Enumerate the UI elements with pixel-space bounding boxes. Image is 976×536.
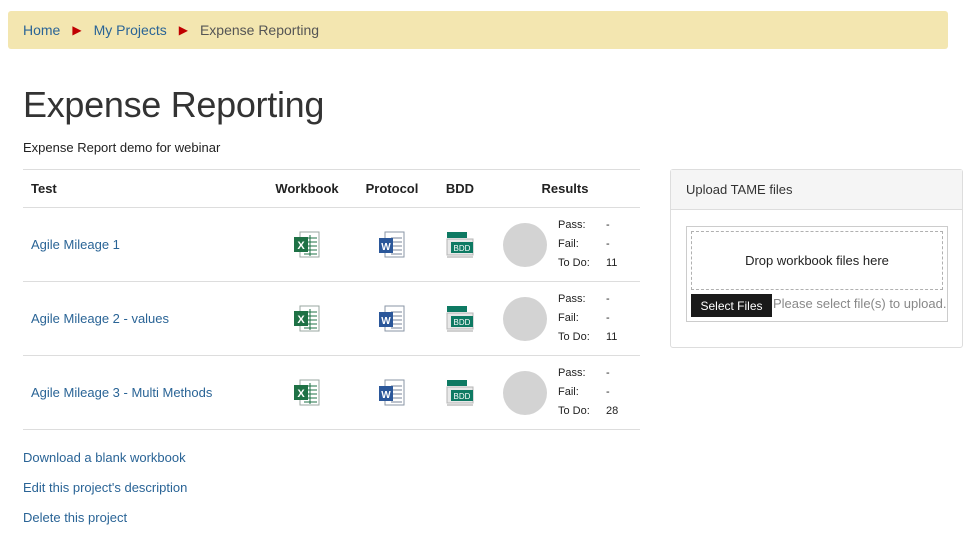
edit-description-link[interactable]: Edit this project's description [23,480,187,510]
bdd-cell: BDD [430,207,490,282]
word-letter: W [381,242,391,253]
workbook-cell: X [260,207,354,282]
bdd-label: BDD [454,392,471,401]
fail-label: Fail: [558,386,579,398]
test-link[interactable]: Agile Mileage 2 - values [31,311,169,326]
excel-icon[interactable]: X [292,304,322,334]
result-status-circle [503,222,547,267]
breadcrumb-home-link[interactable]: Home [23,22,60,38]
test-name-cell: Agile Mileage 1 [23,207,260,282]
excel-letter: X [297,314,305,326]
todo-value: 28 [606,405,619,417]
upload-panel-title: Upload TAME files [671,170,962,210]
fail-label: Fail: [558,238,579,250]
bdd-icon[interactable]: BDD [445,378,475,408]
test-link[interactable]: Agile Mileage 1 [31,237,120,252]
drop-zone[interactable]: Drop workbook files here [691,231,943,290]
results-cell: Pass: - Fail: - To Do: 11 [490,207,640,282]
test-link[interactable]: Agile Mileage 3 - Multi Methods [31,385,212,400]
project-actions: Download a blank workbook Edit this proj… [23,450,187,536]
results-cell: Pass: - Fail: - To Do: 11 [490,281,640,356]
todo-value: 11 [606,331,618,343]
workbook-cell: X [260,355,354,430]
header-bdd: BDD [430,169,490,208]
pass-value: - [606,367,610,379]
fail-value: - [606,312,610,324]
fail-value: - [606,238,610,250]
result-status-circle [503,370,547,415]
word-icon[interactable]: W [377,304,407,334]
excel-icon[interactable]: X [292,230,322,260]
breadcrumb-projects-link[interactable]: My Projects [94,22,167,38]
table-row: Agile Mileage 2 - values X W BDD Pass: - Fail:… [23,281,640,356]
todo-label: To Do: [558,257,590,269]
workbook-cell: X [260,281,354,356]
excel-letter: X [297,240,305,252]
header-workbook: Workbook [260,169,354,208]
bdd-icon[interactable]: BDD [445,304,475,334]
table-row: Agile Mileage 1 X W BDD Pass: - Fail: - To Do: 11 [23,207,640,282]
delete-project-link[interactable]: Delete this project [23,510,187,536]
download-blank-workbook-link[interactable]: Download a blank workbook [23,450,187,480]
select-files-button[interactable]: Select Files [691,294,772,317]
fail-value: - [606,386,610,398]
pass-label: Pass: [558,367,586,379]
word-icon[interactable]: W [377,378,407,408]
pass-value: - [606,219,610,231]
upload-hint: Please select file(s) to upload. [773,296,947,311]
word-icon[interactable]: W [377,230,407,260]
breadcrumb: Home ▶ My Projects ▶ Expense Reporting [8,11,948,49]
breadcrumb-current: Expense Reporting [199,22,320,38]
header-protocol: Protocol [354,169,430,208]
bdd-label: BDD [454,318,471,327]
bdd-icon[interactable]: BDD [445,230,475,260]
result-status-circle [503,296,547,341]
page-description: Expense Report demo for webinar [23,140,221,155]
protocol-cell: W [354,355,430,430]
header-results: Results [490,169,640,208]
results-cell: Pass: - Fail: - To Do: 28 [490,355,640,430]
breadcrumb-separator-icon: ▶ [178,23,188,37]
table-row: Agile Mileage 3 - Multi Methods X W BDD Pass… [23,355,640,430]
word-letter: W [381,316,391,327]
todo-value: 11 [606,257,618,269]
result-stats: Pass: - Fail: - To Do: 28 [558,364,618,421]
result-stats: Pass: - Fail: - To Do: 11 [558,216,617,273]
bdd-cell: BDD [430,355,490,430]
upload-widget: Drop workbook files here Select Files Pl… [686,226,948,322]
bdd-label: BDD [454,244,471,253]
excel-icon[interactable]: X [292,378,322,408]
test-name-cell: Agile Mileage 3 - Multi Methods [23,355,260,430]
test-name-cell: Agile Mileage 2 - values [23,281,260,356]
table-header-row: Test Workbook Protocol BDD Results [23,169,640,208]
word-letter: W [381,390,391,401]
pass-label: Pass: [558,219,586,231]
breadcrumb-separator-icon: ▶ [72,23,82,37]
todo-label: To Do: [558,405,590,417]
upload-panel: Upload TAME files Drop workbook files he… [670,169,963,348]
pass-value: - [606,293,610,305]
header-test: Test [23,169,260,208]
result-stats: Pass: - Fail: - To Do: 11 [558,290,617,347]
protocol-cell: W [354,207,430,282]
tests-table: Test Workbook Protocol BDD Results Agile… [23,169,640,430]
excel-letter: X [297,388,305,400]
pass-label: Pass: [558,293,586,305]
protocol-cell: W [354,281,430,356]
todo-label: To Do: [558,331,590,343]
fail-label: Fail: [558,312,579,324]
bdd-cell: BDD [430,281,490,356]
page-title: Expense Reporting [23,84,325,125]
